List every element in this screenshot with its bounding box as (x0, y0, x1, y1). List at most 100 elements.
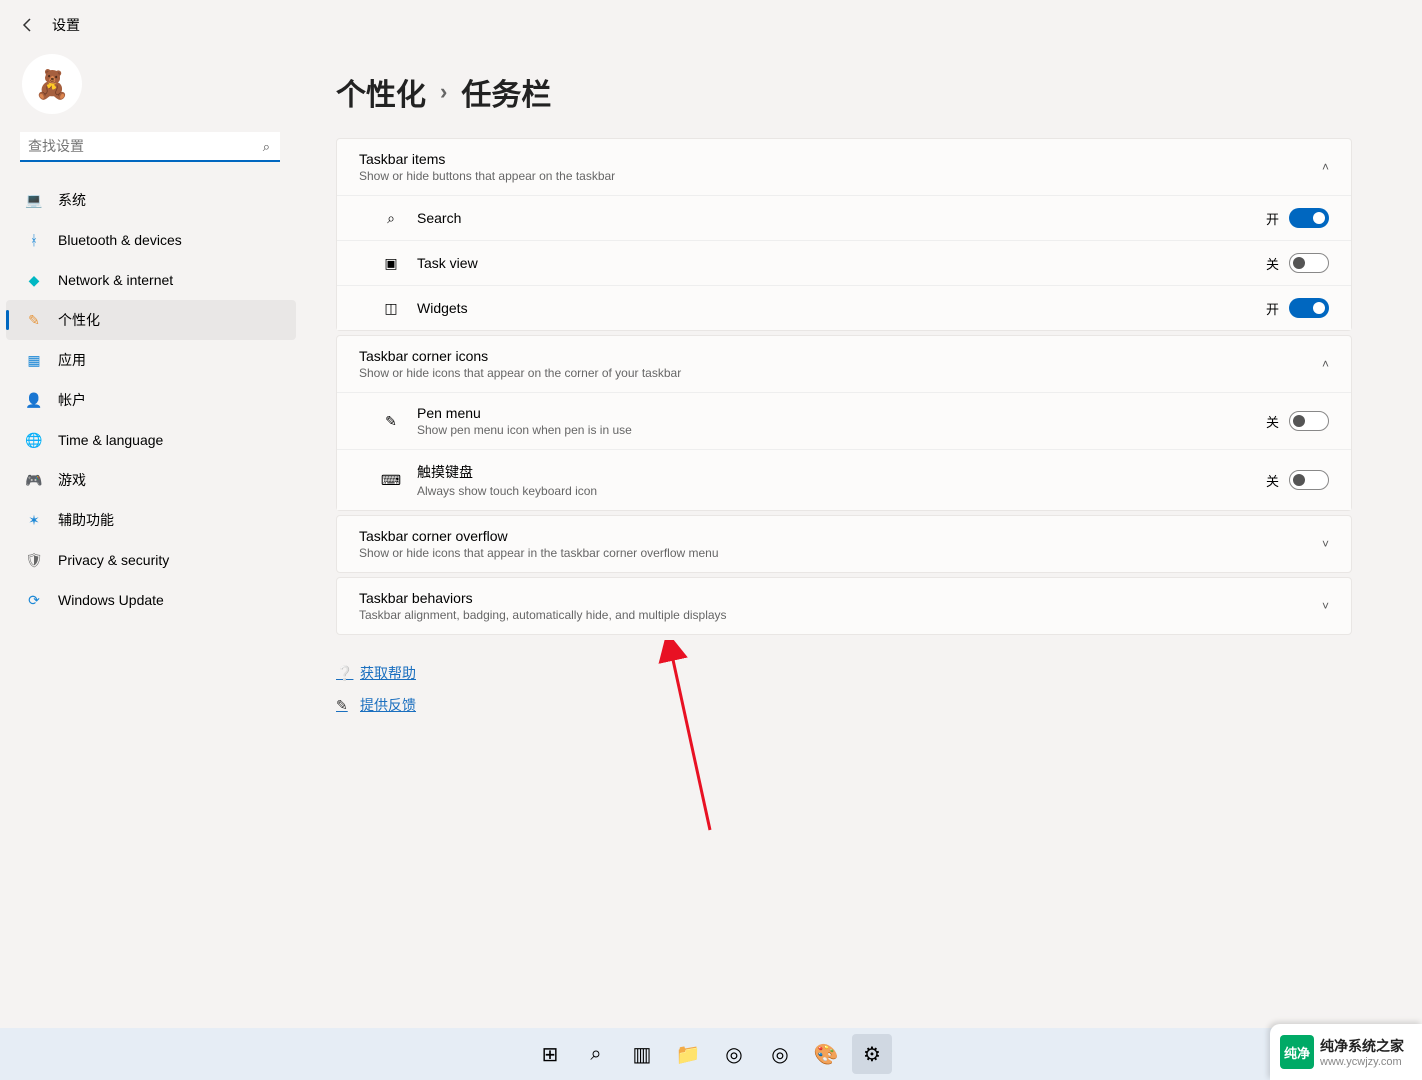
taskbar-paint[interactable]: 🎨 (806, 1034, 846, 1074)
nav-icon: 👤 (24, 390, 44, 410)
sidebar-item-5[interactable]: 👤 帐户 (6, 380, 296, 420)
setting-row: ✎ Pen menu Show pen menu icon when pen is… (337, 392, 1351, 449)
section-header[interactable]: Taskbar corner icons Show or hide icons t… (337, 336, 1351, 392)
chevron-right-icon: › (440, 79, 447, 105)
watermark: 纯净 纯净系统之家 www.ycwjzy.com (1270, 1024, 1422, 1080)
nav-icon: ⟳ (24, 590, 44, 610)
nav-label: 系统 (58, 190, 86, 210)
toggle-switch[interactable] (1289, 470, 1329, 490)
taskbar-taskview[interactable]: ▥ (622, 1034, 662, 1074)
chevron-down-icon: ˅ (1322, 599, 1329, 613)
nav-label: 应用 (58, 350, 86, 370)
get-help-link[interactable]: ❔获取帮助 (336, 663, 1352, 683)
toggle-state-label: 开 (1266, 209, 1279, 228)
sidebar-item-8[interactable]: ✶辅助功能 (6, 500, 296, 540)
row-icon: ✎ (381, 411, 401, 431)
sidebar-item-0[interactable]: 💻 系统 (6, 180, 296, 220)
page-title: 任务栏 (461, 70, 551, 114)
main-content: 个性化 › 任务栏 Taskbar itemsShow or hide butt… (302, 50, 1422, 1080)
taskbar-settings[interactable]: ⚙ (852, 1034, 892, 1074)
watermark-brand: 纯净系统之家 (1320, 1036, 1404, 1056)
nav-icon: 🌐 (24, 430, 44, 450)
nav-icon: 🛡 (24, 550, 44, 570)
sidebar-item-4[interactable]: ▦ 应用 (6, 340, 296, 380)
toggle-state-label: 开 (1266, 299, 1279, 318)
setting-row: ◫ Widgets 开 (337, 285, 1351, 330)
breadcrumb-parent[interactable]: 个性化 (336, 70, 426, 114)
nav-label: Privacy & security (58, 552, 169, 568)
section-3: Taskbar behaviors Taskbar alignment, badg… (336, 577, 1352, 635)
search-input[interactable] (20, 132, 280, 162)
give-feedback-link[interactable]: ✎提供反馈 (336, 695, 1352, 715)
toggle-state-label: 关 (1266, 254, 1279, 273)
section-desc: Show or hide icons that appear on the co… (359, 366, 681, 380)
taskbar-app1[interactable]: ◎ (714, 1034, 754, 1074)
nav-icon: 💻 (24, 190, 44, 210)
help-icon: ❔ (336, 665, 360, 682)
nav-label: Windows Update (58, 592, 164, 608)
watermark-badge: 纯净 (1280, 1035, 1314, 1069)
nav-label: 帐户 (58, 390, 86, 410)
setting-row: ▣ Task view 关 (337, 240, 1351, 285)
chevron-up-icon: ˄ (1322, 357, 1329, 371)
section-desc: Taskbar alignment, badging, automaticall… (359, 608, 727, 622)
setting-row: ⌕ Search 开 (337, 195, 1351, 240)
section-2: Taskbar corner overflowShow or hide icon… (336, 515, 1352, 573)
nav-icon: ◆ (24, 270, 44, 290)
nav-label: Bluetooth & devices (58, 232, 182, 248)
section-0: Taskbar itemsShow or hide buttons that a… (336, 138, 1352, 331)
taskbar-explorer[interactable]: 📁 (668, 1034, 708, 1074)
section-title: Taskbar behaviors (359, 590, 727, 606)
watermark-url: www.ycwjzy.com (1320, 1056, 1404, 1068)
row-title: Task view (417, 255, 478, 271)
nav-icon: ▦ (24, 350, 44, 370)
toggle-switch[interactable] (1289, 298, 1329, 318)
app-title: 设置 (52, 15, 80, 35)
section-header[interactable]: Taskbar behaviors Taskbar alignment, badg… (337, 578, 1351, 634)
back-button[interactable] (14, 11, 42, 39)
section-header[interactable]: Taskbar itemsShow or hide buttons that a… (337, 139, 1351, 195)
sidebar-item-10[interactable]: ⟳ Windows Update (6, 580, 296, 620)
taskbar-chrome[interactable]: ◎ (760, 1034, 800, 1074)
row-title: 触摸键盘 (417, 462, 597, 482)
nav-icon: ᚼ (24, 230, 44, 250)
breadcrumb: 个性化 › 任务栏 (336, 70, 1352, 114)
nav-label: 游戏 (58, 470, 86, 490)
nav-label: 个性化 (58, 310, 100, 330)
row-title: Pen menu (417, 405, 632, 421)
sidebar-item-9[interactable]: 🛡 Privacy & security (6, 540, 296, 580)
nav-label: Network & internet (58, 272, 173, 288)
row-icon: ⌨ (381, 470, 401, 490)
section-1: Taskbar corner icons Show or hide icons t… (336, 335, 1352, 511)
section-desc: Show or hide icons that appear in the ta… (359, 546, 719, 560)
section-header[interactable]: Taskbar corner overflowShow or hide icon… (337, 516, 1351, 572)
chevron-up-icon: ˄ (1322, 160, 1329, 174)
chevron-down-icon: ˅ (1322, 537, 1329, 551)
feedback-icon: ✎ (336, 697, 360, 714)
sidebar-item-2[interactable]: ◆ Network & internet (6, 260, 296, 300)
section-title: Taskbar corner icons (359, 348, 681, 364)
sidebar-item-6[interactable]: 🌐Time & language (6, 420, 296, 460)
toggle-switch[interactable] (1289, 208, 1329, 228)
row-title: Search (417, 210, 461, 226)
arrow-left-icon (20, 17, 36, 33)
nav-icon: 🎮 (24, 470, 44, 490)
toggle-switch[interactable] (1289, 411, 1329, 431)
taskbar-start[interactable]: ⊞ (530, 1034, 570, 1074)
sidebar-item-1[interactable]: ᚼ Bluetooth & devices (6, 220, 296, 260)
nav-label: 辅助功能 (58, 510, 114, 530)
search-icon: ⌕ (263, 139, 270, 155)
row-title: Widgets (417, 300, 468, 316)
toggle-state-label: 关 (1266, 471, 1279, 490)
section-desc: Show or hide buttons that appear on the … (359, 169, 615, 183)
taskbar: ⊞⌕▥📁◎◎🎨⚙ (0, 1028, 1422, 1080)
row-desc: Always show touch keyboard icon (417, 484, 597, 498)
sidebar-item-7[interactable]: 🎮 游戏 (6, 460, 296, 500)
row-icon: ▣ (381, 253, 401, 273)
taskbar-search[interactable]: ⌕ (576, 1034, 616, 1074)
sidebar-item-3[interactable]: ✎个性化 (6, 300, 296, 340)
row-desc: Show pen menu icon when pen is in use (417, 423, 632, 437)
row-icon: ◫ (381, 298, 401, 318)
toggle-switch[interactable] (1289, 253, 1329, 273)
avatar[interactable]: 🧸 (22, 54, 82, 114)
